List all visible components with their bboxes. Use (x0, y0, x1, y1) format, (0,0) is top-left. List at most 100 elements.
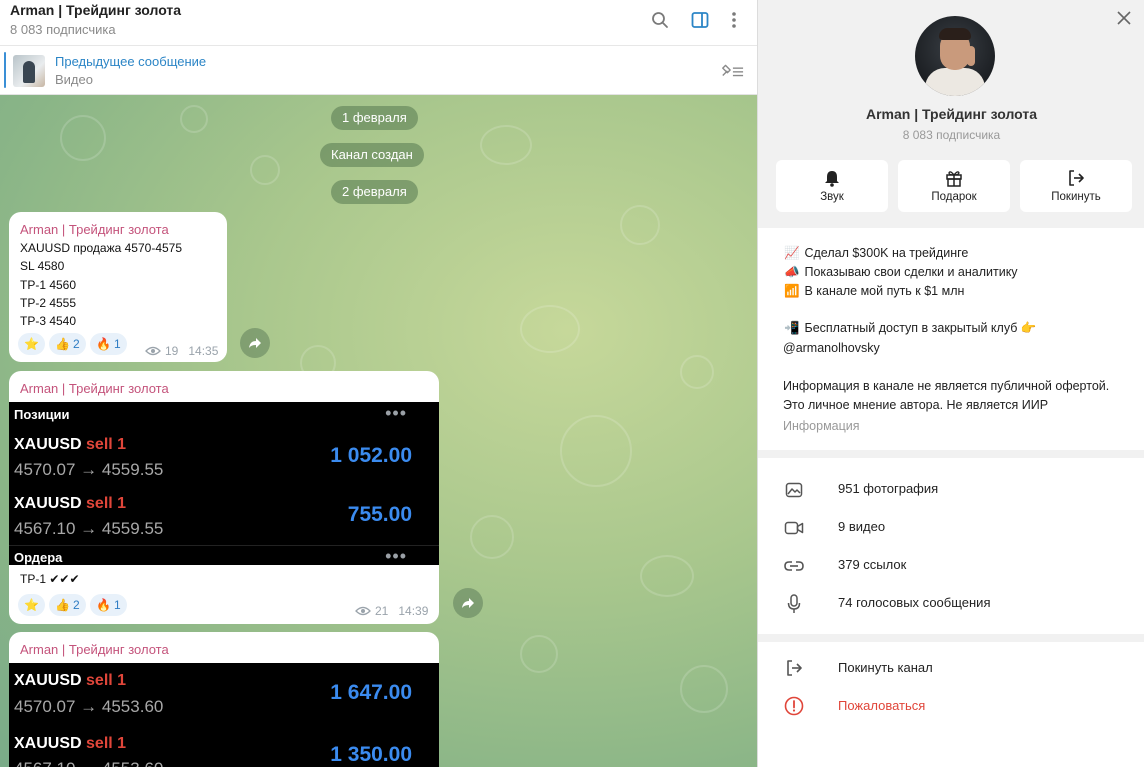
message-time: 14:35 (188, 344, 219, 358)
about-line: 📈 Сделал $300K на трейдинге (784, 246, 969, 260)
position-range: 4567.10 → 4553.60 (14, 759, 163, 767)
media-links-row[interactable]: 379 ссылок (758, 546, 1144, 584)
about-label: Информация (783, 419, 860, 433)
eye-icon (355, 606, 371, 616)
media-voice-row[interactable]: 74 голосовых сообщения (758, 584, 1144, 622)
position-profit: 1 647.00 (330, 681, 412, 704)
message-bubble[interactable]: Arman | Трейдинг золота Позиции ••• XAUU… (9, 371, 439, 624)
forward-icon (462, 598, 474, 608)
position-range: 4570.07 → 4553.60 (14, 697, 164, 716)
channel-avatar[interactable] (915, 16, 995, 96)
message-bubble[interactable]: Arman | Трейдинг золота XAUUSD продажа 4… (9, 212, 227, 362)
phone-emoji: 📲 (784, 321, 800, 335)
pinned-title[interactable]: Предыдущее сообщение (55, 54, 206, 69)
orders-heading: Ордера (14, 550, 63, 565)
message-meta: 19 14:35 (145, 344, 218, 358)
message-author[interactable]: Arman | Трейдинг золота (20, 222, 169, 237)
leave-button[interactable]: Покинуть (1020, 160, 1132, 212)
videos-count: 9 видео (838, 519, 886, 534)
more-dots-icon: ••• (385, 546, 407, 565)
more-dots-icon: ••• (385, 403, 407, 423)
media-photos-row[interactable]: 951 фотография (758, 470, 1144, 508)
message-time: 14:39 (398, 604, 429, 618)
channel-name: Arman | Трейдинг золота (865, 106, 1038, 122)
about-line: Это личное мнение автора. Не является ИИ… (783, 398, 1049, 412)
leave-label: Покинуть (1051, 191, 1101, 203)
signal-emoji: 📶 (784, 284, 800, 298)
gift-icon (946, 171, 962, 187)
sound-button[interactable]: Звук (776, 160, 888, 212)
report-label: Пожаловаться (838, 698, 926, 713)
position-profit: 1 350.00 (330, 743, 412, 766)
leave-channel-row[interactable]: Покинуть канал (758, 649, 1144, 687)
star-emoji: ⭐ (24, 337, 39, 351)
pinned-subtitle: Видео (55, 72, 93, 87)
channel-description: 📈 Сделал $300K на трейдинге 📣 Показываю … (758, 228, 1144, 450)
forward-icon (249, 338, 261, 348)
reaction-star[interactable]: ⭐ (18, 333, 45, 355)
thumbs-up-emoji: 👍 (55, 598, 70, 612)
reaction-star[interactable]: ⭐ (18, 594, 45, 616)
position-range: 4570.07 → 4559.55 (14, 460, 164, 479)
gift-button[interactable]: Подарок (898, 160, 1010, 212)
reaction-thumbs-up[interactable]: 👍 2 (49, 333, 86, 355)
pinned-message-bar[interactable]: Предыдущее сообщение Видео (0, 46, 757, 95)
warning-icon (783, 695, 805, 717)
search-icon[interactable] (648, 8, 672, 32)
video-icon (783, 517, 805, 539)
voice-count: 74 голосовых сообщения (838, 595, 991, 610)
about-line: 📣 Показываю свои сделки и аналитику (784, 265, 1018, 279)
reaction-fire[interactable]: 🔥 1 (90, 594, 127, 616)
channel-actions: Покинуть канал Пожаловаться (758, 642, 1144, 767)
media-videos-row[interactable]: 9 видео (758, 508, 1144, 546)
channel-info-panel: Arman | Трейдинг золота 8 083 подписчика… (757, 0, 1144, 767)
photo-icon (783, 479, 805, 501)
links-count: 379 ссылок (838, 557, 907, 572)
shared-media-list: 951 фотография 9 видео 379 ссылок 74 гол… (758, 458, 1144, 634)
position-profit: 1 052.00 (330, 444, 412, 467)
fire-emoji: 🔥 (96, 598, 111, 612)
chat-title[interactable]: Arman | Трейдинг золота (10, 2, 181, 18)
message-author[interactable]: Arman | Трейдинг золота (20, 381, 169, 396)
fire-emoji: 🔥 (96, 337, 111, 351)
position-symbol: XAUUSD sell 1 (14, 735, 127, 752)
position-profit: 755.00 (347, 503, 412, 526)
leave-channel-label: Покинуть канал (838, 660, 933, 675)
more-menu-icon[interactable] (722, 8, 746, 32)
message-bubble[interactable]: Arman | Трейдинг золота XAUUSD sell 1 45… (9, 632, 439, 767)
leave-icon (1069, 170, 1084, 186)
eye-icon (145, 346, 161, 356)
about-line: 📲 Бесплатный доступ в закрытый клуб 👉 (784, 321, 1037, 335)
close-icon[interactable] (1114, 8, 1134, 28)
megaphone-emoji: 📣 (784, 265, 800, 279)
message-author[interactable]: Arman | Трейдинг золота (20, 642, 169, 657)
forward-button[interactable] (453, 588, 483, 618)
about-line: 📶 В канале мой путь к $1 млн (784, 284, 965, 298)
position-range: 4567.10 → 4559.55 (14, 519, 164, 538)
sidebar-toggle-icon[interactable] (688, 8, 712, 32)
chart-up-emoji: 📈 (784, 246, 800, 260)
reaction-thumbs-up[interactable]: 👍 2 (49, 594, 86, 616)
chat-subscriber-count: 8 083 подписчика (10, 22, 116, 37)
star-emoji: ⭐ (24, 598, 39, 612)
date-separator: 2 февраля (331, 180, 418, 204)
gift-label: Подарок (931, 191, 977, 203)
view-count: 19 (165, 344, 179, 358)
trade-screenshot[interactable]: XAUUSD sell 1 4570.07 → 4553.60 1 647.00… (9, 663, 439, 767)
report-row[interactable]: Пожаловаться (758, 687, 1144, 725)
sound-label: Звук (820, 191, 844, 203)
reaction-count: 1 (113, 337, 121, 351)
service-message: Канал создан (320, 143, 424, 167)
pinned-list-icon[interactable] (720, 58, 744, 82)
chat-pane: Arman | Трейдинг золота 8 083 подписчика… (0, 0, 757, 767)
forward-button[interactable] (240, 328, 270, 358)
microphone-icon (783, 593, 805, 615)
trade-screenshot[interactable]: Позиции ••• XAUUSD sell 1 4570.07 → 4559… (9, 402, 439, 565)
chat-header[interactable]: Arman | Трейдинг золота 8 083 подписчика (0, 0, 757, 46)
position-symbol: XAUUSD sell 1 (14, 495, 127, 512)
reaction-fire[interactable]: 🔥 1 (90, 333, 127, 355)
reaction-count: 1 (113, 598, 121, 612)
reaction-count: 2 (72, 337, 80, 351)
about-link[interactable]: @armanolhovsky (783, 341, 880, 355)
channel-profile: Arman | Трейдинг золота 8 083 подписчика… (758, 0, 1144, 228)
